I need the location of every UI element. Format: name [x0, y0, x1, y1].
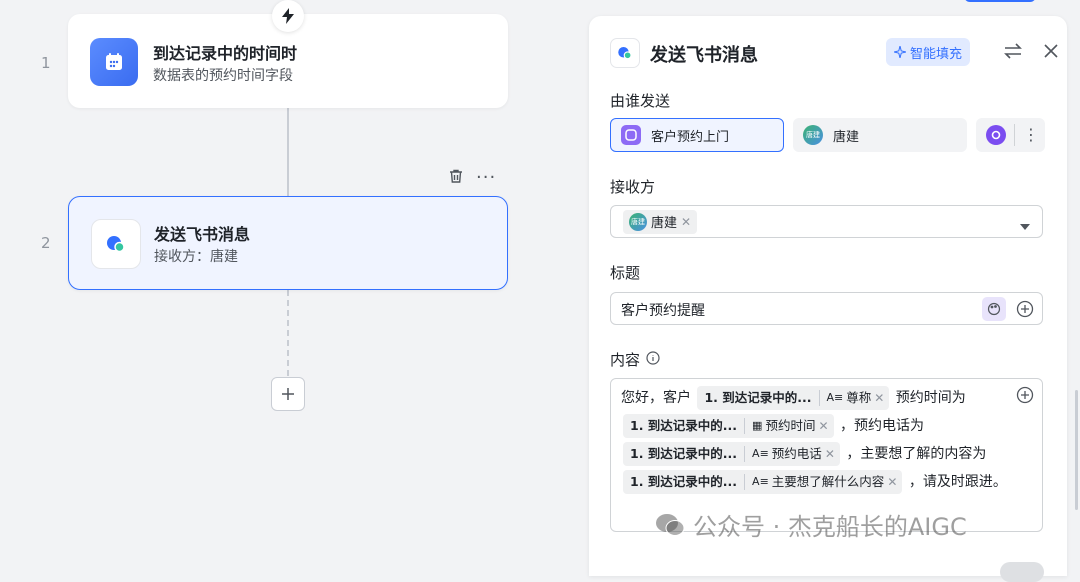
receiver-label: 接收方	[610, 178, 656, 196]
sender-option-more[interactable]: ⋮	[976, 118, 1045, 152]
toggle-switch[interactable]	[1000, 562, 1044, 582]
text-field-icon: A≡	[752, 447, 769, 460]
node-toolbar: ···	[448, 168, 496, 188]
plus-icon	[282, 388, 294, 400]
step-number: 1	[41, 54, 51, 72]
content-text: ，预约电话为	[839, 418, 924, 434]
field-reference[interactable]: 1. 到达记录中的... ▦ 预约时间 ✕	[623, 414, 834, 438]
title-input[interactable]: 客户预约提醒	[610, 292, 1043, 325]
ref-field: 主要想了解什么内容	[771, 474, 885, 489]
panel-title: 发送飞书消息	[650, 45, 758, 66]
feishu-message-icon	[610, 38, 640, 68]
sender-selector: 客户预约上门 唐建 唐建 ⋮	[610, 118, 1045, 152]
ref-source: 1. 到达记录中的...	[623, 474, 746, 490]
node-title: 到达记录中的时间时	[153, 44, 298, 63]
feishu-message-icon	[91, 219, 141, 269]
flow-connector	[287, 108, 289, 196]
ref-field: 尊称	[846, 390, 872, 405]
sender-option-app[interactable]: 客户预约上门	[610, 118, 784, 152]
sender-option-label: 客户预约上门	[651, 129, 730, 145]
more-icon[interactable]: ···	[476, 169, 496, 187]
more-vertical-icon[interactable]: ⋮	[1023, 127, 1039, 143]
node-subtitle: 数据表的预约时间字段	[153, 68, 293, 84]
ref-source: 1. 到达记录中的...	[623, 418, 746, 434]
add-variable-icon[interactable]	[1016, 300, 1034, 322]
app-icon	[621, 125, 641, 145]
receiver-tag-label: 唐建	[651, 216, 678, 231]
field-reference[interactable]: 1. 到达记录中的... A≡ 预约电话 ✕	[623, 442, 840, 466]
content-text: 您好，客户	[621, 390, 691, 406]
watermark-text: 公众号 · 杰克船长的AIGC	[693, 513, 967, 541]
top-action-button[interactable]	[964, 0, 1036, 2]
ref-source: 1. 到达记录中的...	[697, 390, 820, 406]
add-variable-icon[interactable]	[1016, 386, 1034, 414]
remove-tag-icon[interactable]: ✕	[681, 215, 691, 229]
flow-connector-dashed	[287, 290, 289, 376]
sender-option-label: 唐建	[833, 129, 860, 145]
avatar: 唐建	[803, 125, 823, 145]
remove-ref-icon[interactable]: ✕	[825, 440, 835, 468]
workflow-canvas: 1 到达记录中的时间时 数据表的预约时间字段 ··· 2 发送飞书消息 接收方：…	[0, 0, 580, 570]
dropdown-arrow-icon[interactable]	[1020, 216, 1030, 235]
step-number: 2	[41, 234, 51, 252]
title-label: 标题	[610, 264, 641, 282]
calendar-icon	[90, 38, 138, 86]
remove-ref-icon[interactable]: ✕	[874, 384, 884, 412]
date-field-icon: ▦	[752, 419, 763, 432]
panel-header: 发送飞书消息 智能填充	[610, 38, 1067, 68]
remove-ref-icon[interactable]: ✕	[818, 412, 828, 440]
wechat-icon	[656, 513, 685, 536]
content-text: 预约时间为	[895, 390, 966, 406]
text-field-icon: A≡	[826, 391, 844, 404]
receiver-select[interactable]: 唐建 唐建 ✕	[610, 205, 1043, 238]
avatar: 唐建	[629, 212, 647, 231]
remove-ref-icon[interactable]: ✕	[887, 468, 897, 496]
smart-fill-label: 智能填充	[910, 46, 963, 62]
sender-option-user[interactable]: 唐建 唐建	[793, 118, 967, 152]
node-title: 发送飞书消息	[154, 225, 251, 244]
content-text: ，主要想了解的内容为	[846, 446, 987, 462]
ref-source: 1. 到达记录中的...	[623, 446, 746, 462]
lightning-icon	[272, 0, 304, 32]
bot-icon	[986, 125, 1006, 145]
content-label: 内容	[610, 349, 660, 370]
close-icon[interactable]	[1042, 42, 1060, 64]
receiver-tag: 唐建 唐建 ✕	[623, 209, 698, 234]
ref-field: 预约时间	[765, 418, 816, 433]
node-subtitle: 接收方：唐建	[154, 249, 238, 265]
send-message-node[interactable]: 发送飞书消息 接收方：唐建	[68, 196, 508, 290]
field-reference[interactable]: 1. 到达记录中的... A≡ 主要想了解什么内容 ✕	[623, 468, 903, 496]
sparkle-icon	[894, 46, 906, 58]
delete-icon[interactable]	[448, 168, 464, 188]
palette-icon[interactable]	[982, 297, 1006, 321]
text-field-icon: A≡	[752, 475, 769, 488]
title-input-value: 客户预约提醒	[621, 303, 705, 319]
ref-field: 预约电话	[771, 446, 822, 461]
swap-icon[interactable]	[1003, 42, 1023, 64]
watermark: 公众号 · 杰克船长的AIGC	[655, 507, 967, 542]
info-icon[interactable]	[646, 350, 660, 369]
field-reference[interactable]: 1. 到达记录中的... A≡ 尊称 ✕	[697, 384, 890, 412]
config-panel: 发送飞书消息 智能填充 由谁发送 客户预约上门 唐建 唐建 ⋮ 接收方 唐建 唐…	[589, 16, 1067, 576]
panel-scrollbar[interactable]	[1075, 390, 1078, 510]
content-text: ，请及时跟进。	[908, 474, 1007, 490]
content-label-text: 内容	[610, 351, 641, 369]
add-step-button[interactable]	[271, 377, 305, 411]
sender-label: 由谁发送	[610, 92, 671, 110]
smart-fill-button[interactable]: 智能填充	[886, 38, 971, 66]
